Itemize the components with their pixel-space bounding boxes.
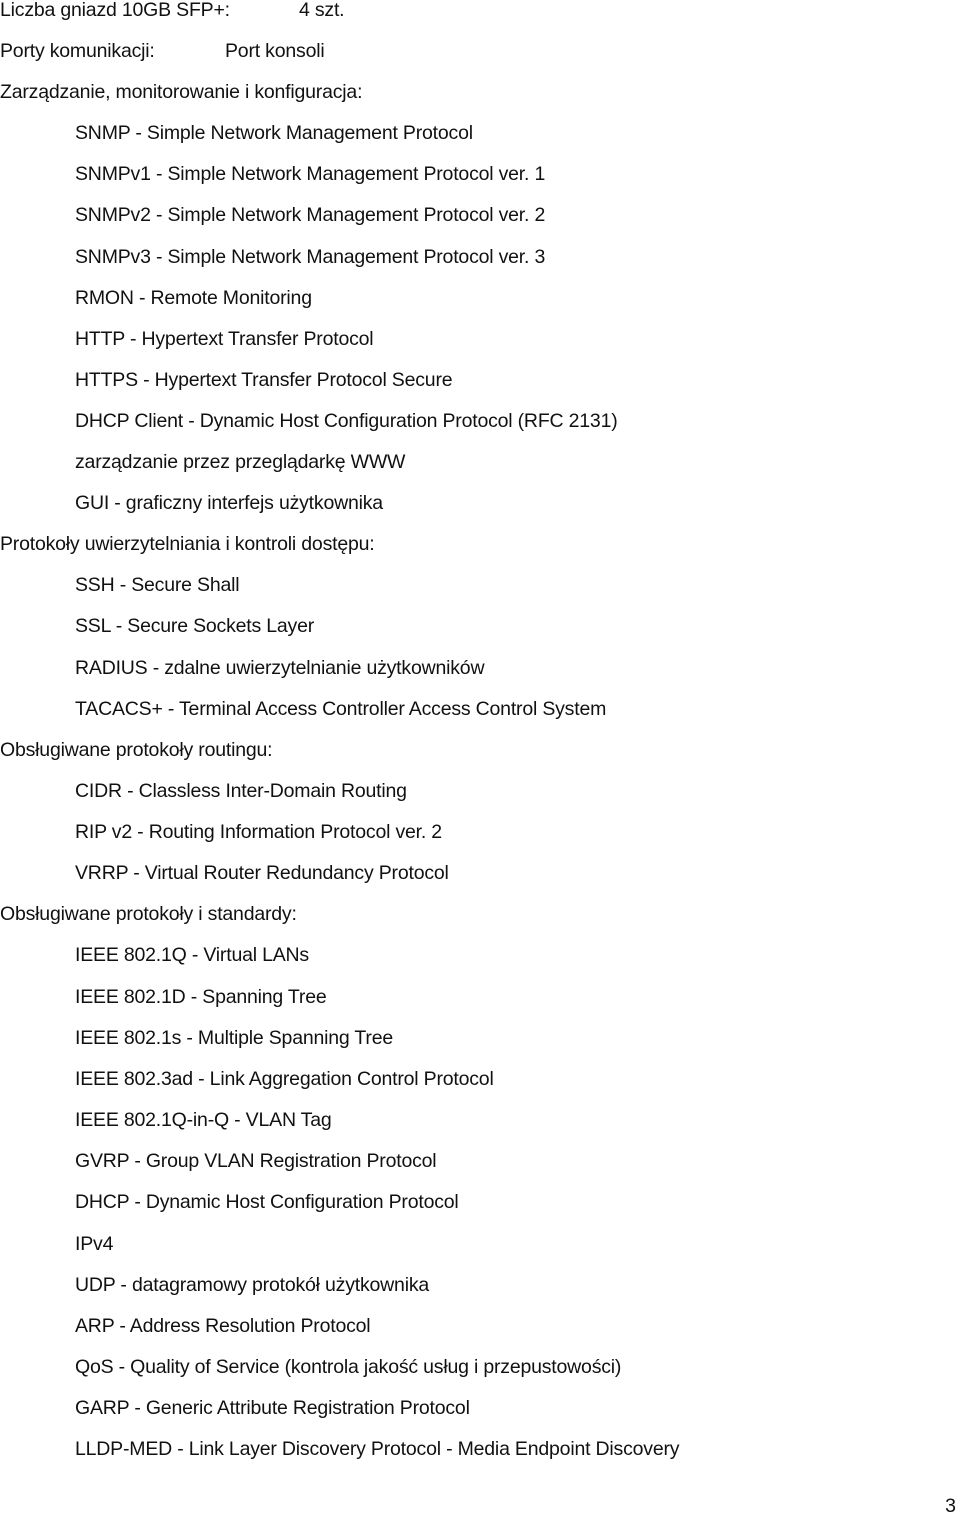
spec-row-sfp-ports: Liczba gniazd 10GB SFP+: 4 szt. [0, 0, 345, 22]
page-number: 3 [945, 1495, 956, 1517]
list-item: SNMPv3 - Simple Network Management Proto… [75, 246, 546, 268]
list-item: SNMPv2 - Simple Network Management Proto… [75, 204, 546, 226]
list-item: ARP - Address Resolution Protocol [75, 1315, 371, 1337]
list-item: DHCP Client - Dynamic Host Configuration… [75, 410, 618, 432]
list-item: SNMPv1 - Simple Network Management Proto… [75, 163, 546, 185]
spec-row-communication-ports: Porty komunikacji: Port konsoli [0, 39, 325, 63]
list-item: IPv4 [75, 1233, 114, 1255]
section-heading-routing: Obsługiwane protokoły routingu: [0, 739, 273, 761]
list-item: IEEE 802.1Q - Virtual LANs [75, 944, 309, 966]
spec-value: 4 szt. [299, 0, 345, 21]
list-item: SSH - Secure Shall [75, 574, 240, 596]
list-item: GVRP - Group VLAN Registration Protocol [75, 1150, 437, 1172]
list-item: LLDP-MED - Link Layer Discovery Protocol… [75, 1438, 680, 1460]
spec-label: Porty komunikacji: [0, 40, 155, 62]
list-item: SNMP - Simple Network Management Protoco… [75, 122, 473, 144]
list-item: UDP - datagramowy protokół użytkownika [75, 1274, 430, 1296]
list-item: TACACS+ - Terminal Access Controller Acc… [75, 698, 607, 720]
list-item: DHCP - Dynamic Host Configuration Protoc… [75, 1191, 459, 1213]
list-item: IEEE 802.1s - Multiple Spanning Tree [75, 1027, 393, 1049]
spec-label: Liczba gniazd 10GB SFP+: [0, 0, 230, 21]
spec-value: Port konsoli [225, 40, 325, 62]
list-item: GUI - graficzny interfejs użytkownika [75, 492, 383, 514]
list-item: HTTP - Hypertext Transfer Protocol [75, 328, 374, 350]
list-item: RIP v2 - Routing Information Protocol ve… [75, 821, 442, 843]
section-heading-authentication: Protokoły uwierzytelniania i kontroli do… [0, 533, 375, 555]
list-item: zarządzanie przez przeglądarkę WWW [75, 451, 406, 473]
list-item: GARP - Generic Attribute Registration Pr… [75, 1397, 470, 1419]
list-item: SSL - Secure Sockets Layer [75, 615, 315, 637]
list-item: IEEE 802.3ad - Link Aggregation Control … [75, 1068, 494, 1090]
list-item: IEEE 802.1Q-in-Q - VLAN Tag [75, 1109, 332, 1131]
list-item: IEEE 802.1D - Spanning Tree [75, 986, 327, 1008]
list-item: HTTPS - Hypertext Transfer Protocol Secu… [75, 369, 453, 391]
list-item: VRRP - Virtual Router Redundancy Protoco… [75, 862, 449, 884]
list-item: CIDR - Classless Inter-Domain Routing [75, 780, 407, 802]
list-item: RMON - Remote Monitoring [75, 287, 312, 309]
section-heading-management: Zarządzanie, monitorowanie i konfiguracj… [0, 81, 363, 103]
list-item: QoS - Quality of Service (kontrola jakoś… [75, 1356, 622, 1378]
list-item: RADIUS - zdalne uwierzytelnianie użytkow… [75, 657, 485, 679]
section-heading-standards: Obsługiwane protokoły i standardy: [0, 903, 297, 925]
